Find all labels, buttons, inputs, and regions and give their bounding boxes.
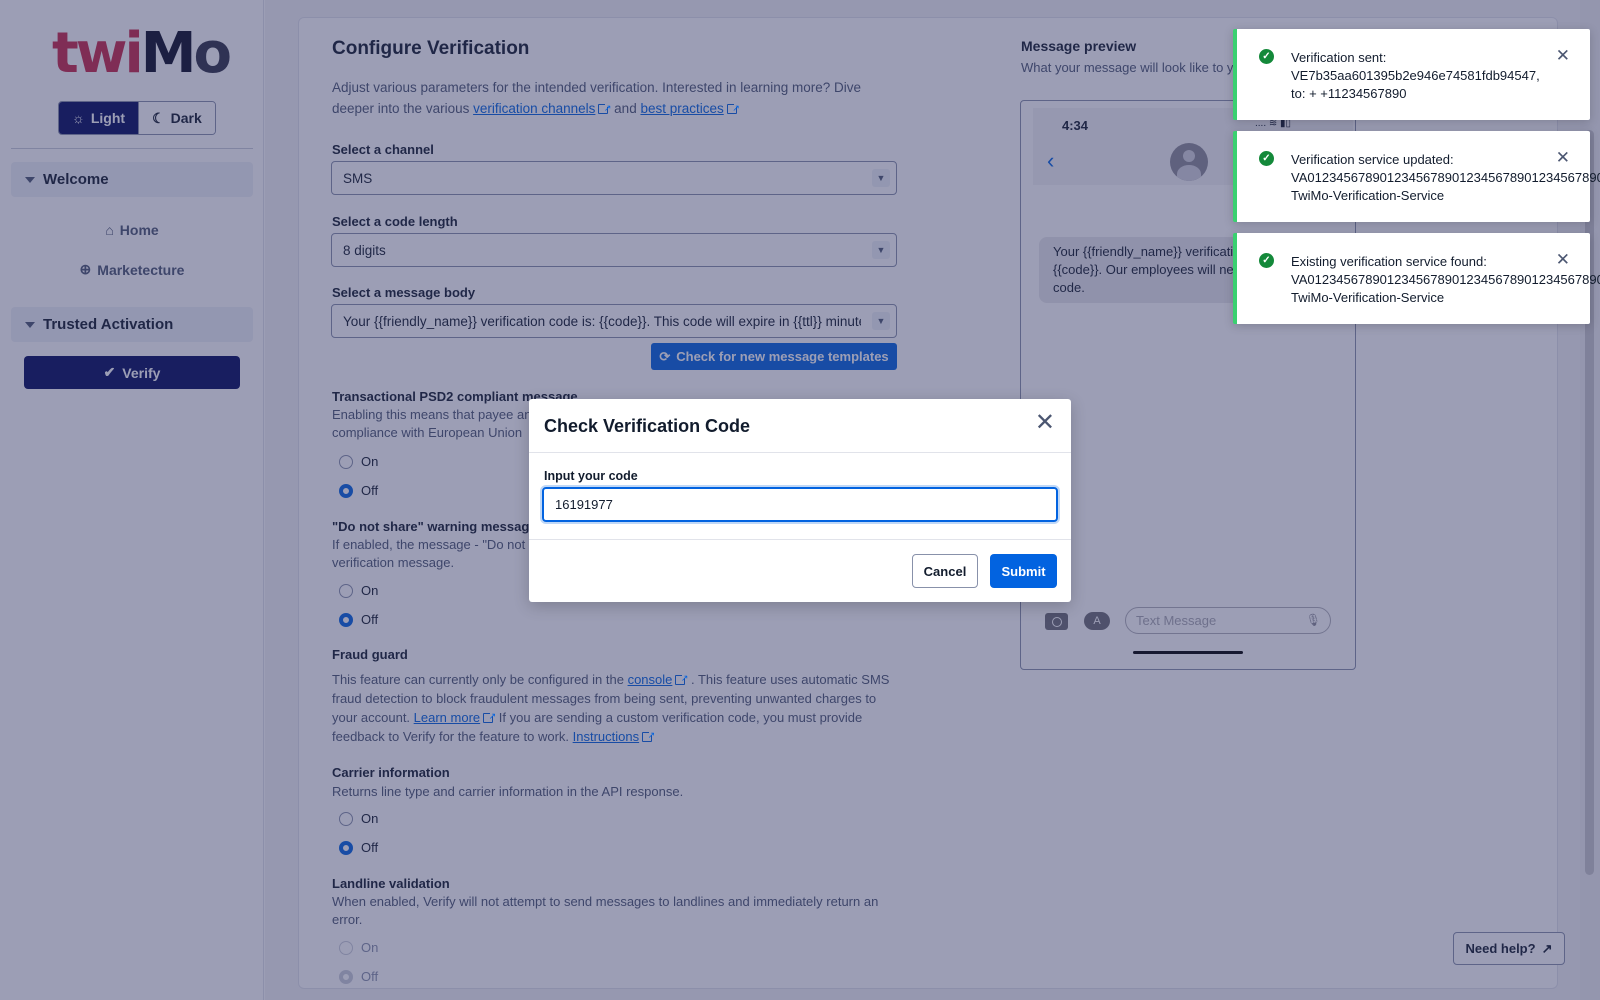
cancel-button[interactable]: Cancel <box>912 554 978 588</box>
modal-divider <box>529 452 1071 453</box>
toast-close-icon[interactable]: ✕ <box>1556 46 1570 66</box>
modal-divider <box>529 539 1071 540</box>
toast-service-updated: ✓ Verification service updated: VA012345… <box>1233 131 1600 222</box>
check-code-modal: Check Verification Code ✕ Input your cod… <box>529 399 1071 602</box>
modal-title: Check Verification Code <box>544 416 751 436</box>
toast-close-icon[interactable]: ✕ <box>1556 250 1570 270</box>
submit-button[interactable]: Submit <box>990 554 1057 588</box>
check-circle-icon: ✓ <box>1259 49 1274 64</box>
code-input[interactable]: 16191977 <box>542 487 1058 522</box>
toast-service-found: ✓ Existing verification service found: V… <box>1233 233 1600 324</box>
toast-close-icon[interactable]: ✕ <box>1556 148 1570 168</box>
code-input-label: Input your code <box>544 469 638 483</box>
check-circle-icon: ✓ <box>1259 253 1274 268</box>
toast-verification-sent: ✓ Verification sent: VE7b35aa601395b2e94… <box>1233 29 1590 120</box>
close-icon[interactable]: ✕ <box>1035 411 1055 435</box>
check-circle-icon: ✓ <box>1259 151 1274 166</box>
